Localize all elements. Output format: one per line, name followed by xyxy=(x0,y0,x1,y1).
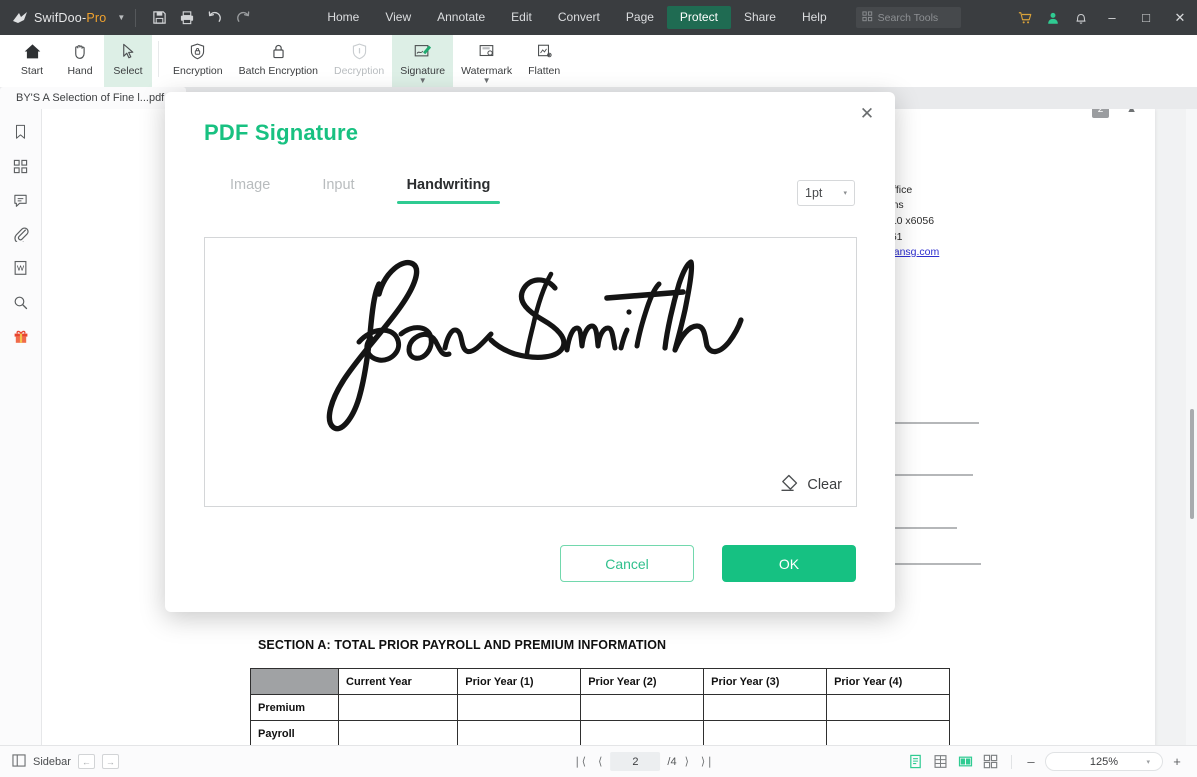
previous-view-button[interactable]: ← xyxy=(77,754,95,769)
stroke-thickness-value: 1pt xyxy=(805,186,823,200)
clear-label: Clear xyxy=(807,476,842,493)
eraser-icon xyxy=(778,473,799,496)
first-page-button[interactable]: ❘⟨ xyxy=(569,755,591,768)
sidebar-label: Sidebar xyxy=(33,755,71,768)
next-view-button[interactable]: → xyxy=(101,754,119,769)
status-left-group: Sidebar ← → xyxy=(12,753,119,770)
dialog-actions: Cancel OK xyxy=(560,545,856,582)
clear-signature-button[interactable]: Clear xyxy=(778,473,842,496)
signature-drawing xyxy=(315,250,765,455)
status-bar: Sidebar ← → ❘⟨ ⟨ 2 /4 ⟩ ⟩❘ – 125% ▾ + xyxy=(0,745,1197,777)
chevron-down-icon: ▾ xyxy=(843,190,847,197)
tiled-page-icon[interactable] xyxy=(981,753,1000,770)
zoom-out-button[interactable]: – xyxy=(1023,754,1039,769)
next-page-button[interactable]: ⟩ xyxy=(681,755,693,768)
sidebar-icon xyxy=(12,753,26,770)
zoom-in-button[interactable]: + xyxy=(1169,754,1185,769)
ok-button[interactable]: OK xyxy=(722,545,856,582)
signature-tabs: Image Input Handwriting xyxy=(204,177,516,204)
divider xyxy=(1011,754,1012,769)
stroke-thickness-select[interactable]: 1pt ▾ xyxy=(797,180,855,206)
tab-image[interactable]: Image xyxy=(204,177,296,204)
chevron-down-icon: ▾ xyxy=(1146,758,1150,766)
single-page-icon[interactable] xyxy=(906,753,925,770)
swifdoo-window: SwifDoo-Pro ▼ Home View Annotate Edit Co… xyxy=(0,0,1197,777)
page-navigation: ❘⟨ ⟨ 2 /4 ⟩ ⟩❘ xyxy=(569,752,719,771)
handwriting-canvas[interactable]: Clear xyxy=(204,237,857,507)
previous-page-button[interactable]: ⟨ xyxy=(594,755,606,768)
grid-page-icon[interactable] xyxy=(931,753,950,770)
pdf-signature-dialog: ✕ PDF Signature Image Input Handwriting … xyxy=(165,92,895,612)
zoom-level-value: 125% xyxy=(1089,755,1119,768)
tab-input[interactable]: Input xyxy=(296,177,380,204)
facing-page-icon[interactable] xyxy=(956,753,975,770)
status-right-group: – 125% ▾ + xyxy=(906,752,1185,771)
total-pages-label: /4 xyxy=(667,755,677,768)
zoom-level-select[interactable]: 125% ▾ xyxy=(1045,752,1163,771)
cancel-button[interactable]: Cancel xyxy=(560,545,694,582)
modal-overlay: ✕ PDF Signature Image Input Handwriting … xyxy=(0,0,1197,777)
tab-handwriting[interactable]: Handwriting xyxy=(381,177,517,204)
sidebar-toggle[interactable]: Sidebar xyxy=(12,753,71,770)
current-page-input[interactable]: 2 xyxy=(610,752,661,771)
dialog-title: PDF Signature xyxy=(204,120,359,145)
last-page-button[interactable]: ⟩❘ xyxy=(697,755,719,768)
close-icon[interactable]: ✕ xyxy=(853,100,881,128)
